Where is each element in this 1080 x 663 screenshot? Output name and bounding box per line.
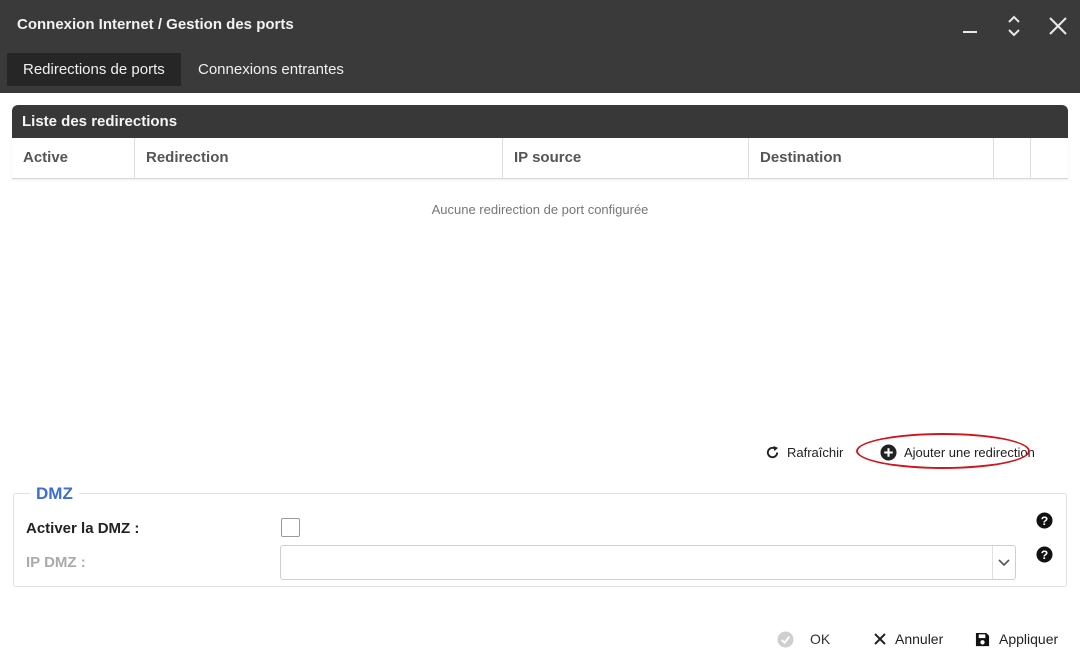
cancel-label: Annuler xyxy=(895,631,944,647)
refresh-label: Rafraîchir xyxy=(787,444,844,460)
close-icon xyxy=(874,633,886,645)
save-icon xyxy=(975,632,990,646)
ip-dmz-label: IP DMZ : xyxy=(26,554,86,571)
panel-title: Liste des redirections xyxy=(12,105,1068,138)
apply-label: Appliquer xyxy=(999,631,1059,647)
svg-text:?: ? xyxy=(1041,514,1049,528)
empty-table-message: Aucune redirection de port configurée xyxy=(431,202,649,217)
ok-button[interactable]: OK xyxy=(777,628,830,650)
redirections-panel: Liste des redirections Active Redirectio… xyxy=(12,105,1068,469)
column-header-destination[interactable]: Destination xyxy=(749,138,994,178)
ip-dmz-select[interactable] xyxy=(280,545,1016,580)
help-icon[interactable]: ? xyxy=(1036,512,1053,529)
minimize-icon[interactable] xyxy=(956,12,984,40)
enable-dmz-checkbox[interactable] xyxy=(281,518,300,537)
highlight-ellipse xyxy=(856,433,1030,469)
column-header-active[interactable]: Active xyxy=(12,138,135,178)
chevron-down-icon xyxy=(992,546,1015,579)
maximize-icon[interactable] xyxy=(1000,12,1028,40)
column-header-blank-1 xyxy=(994,138,1031,178)
refresh-icon xyxy=(766,445,779,458)
column-header-blank-2 xyxy=(1031,138,1068,178)
window-title: Connexion Internet / Gestion des ports xyxy=(17,16,294,33)
close-icon[interactable] xyxy=(1044,12,1072,40)
tab-redirections-de-ports[interactable]: Redirections de ports xyxy=(7,53,181,86)
cancel-button[interactable]: Annuler xyxy=(874,628,943,650)
enable-dmz-label: Activer la DMZ : xyxy=(26,520,140,537)
apply-button[interactable]: Appliquer xyxy=(975,628,1058,650)
window-titlebar: Connexion Internet / Gestion des ports R… xyxy=(0,0,1080,93)
column-header-ip-source[interactable]: IP source xyxy=(503,138,749,178)
dmz-legend: DMZ xyxy=(30,484,79,504)
column-header-redirection[interactable]: Redirection xyxy=(135,138,503,178)
refresh-button[interactable]: Rafraîchir xyxy=(765,438,843,466)
help-icon[interactable]: ? xyxy=(1036,546,1053,563)
check-circle-icon xyxy=(777,630,794,648)
ok-label: OK xyxy=(810,631,831,647)
svg-text:?: ? xyxy=(1041,548,1049,562)
table-header: Active Redirection IP source Destination xyxy=(12,138,1068,179)
tab-connexions-entrantes[interactable]: Connexions entrantes xyxy=(182,53,360,86)
